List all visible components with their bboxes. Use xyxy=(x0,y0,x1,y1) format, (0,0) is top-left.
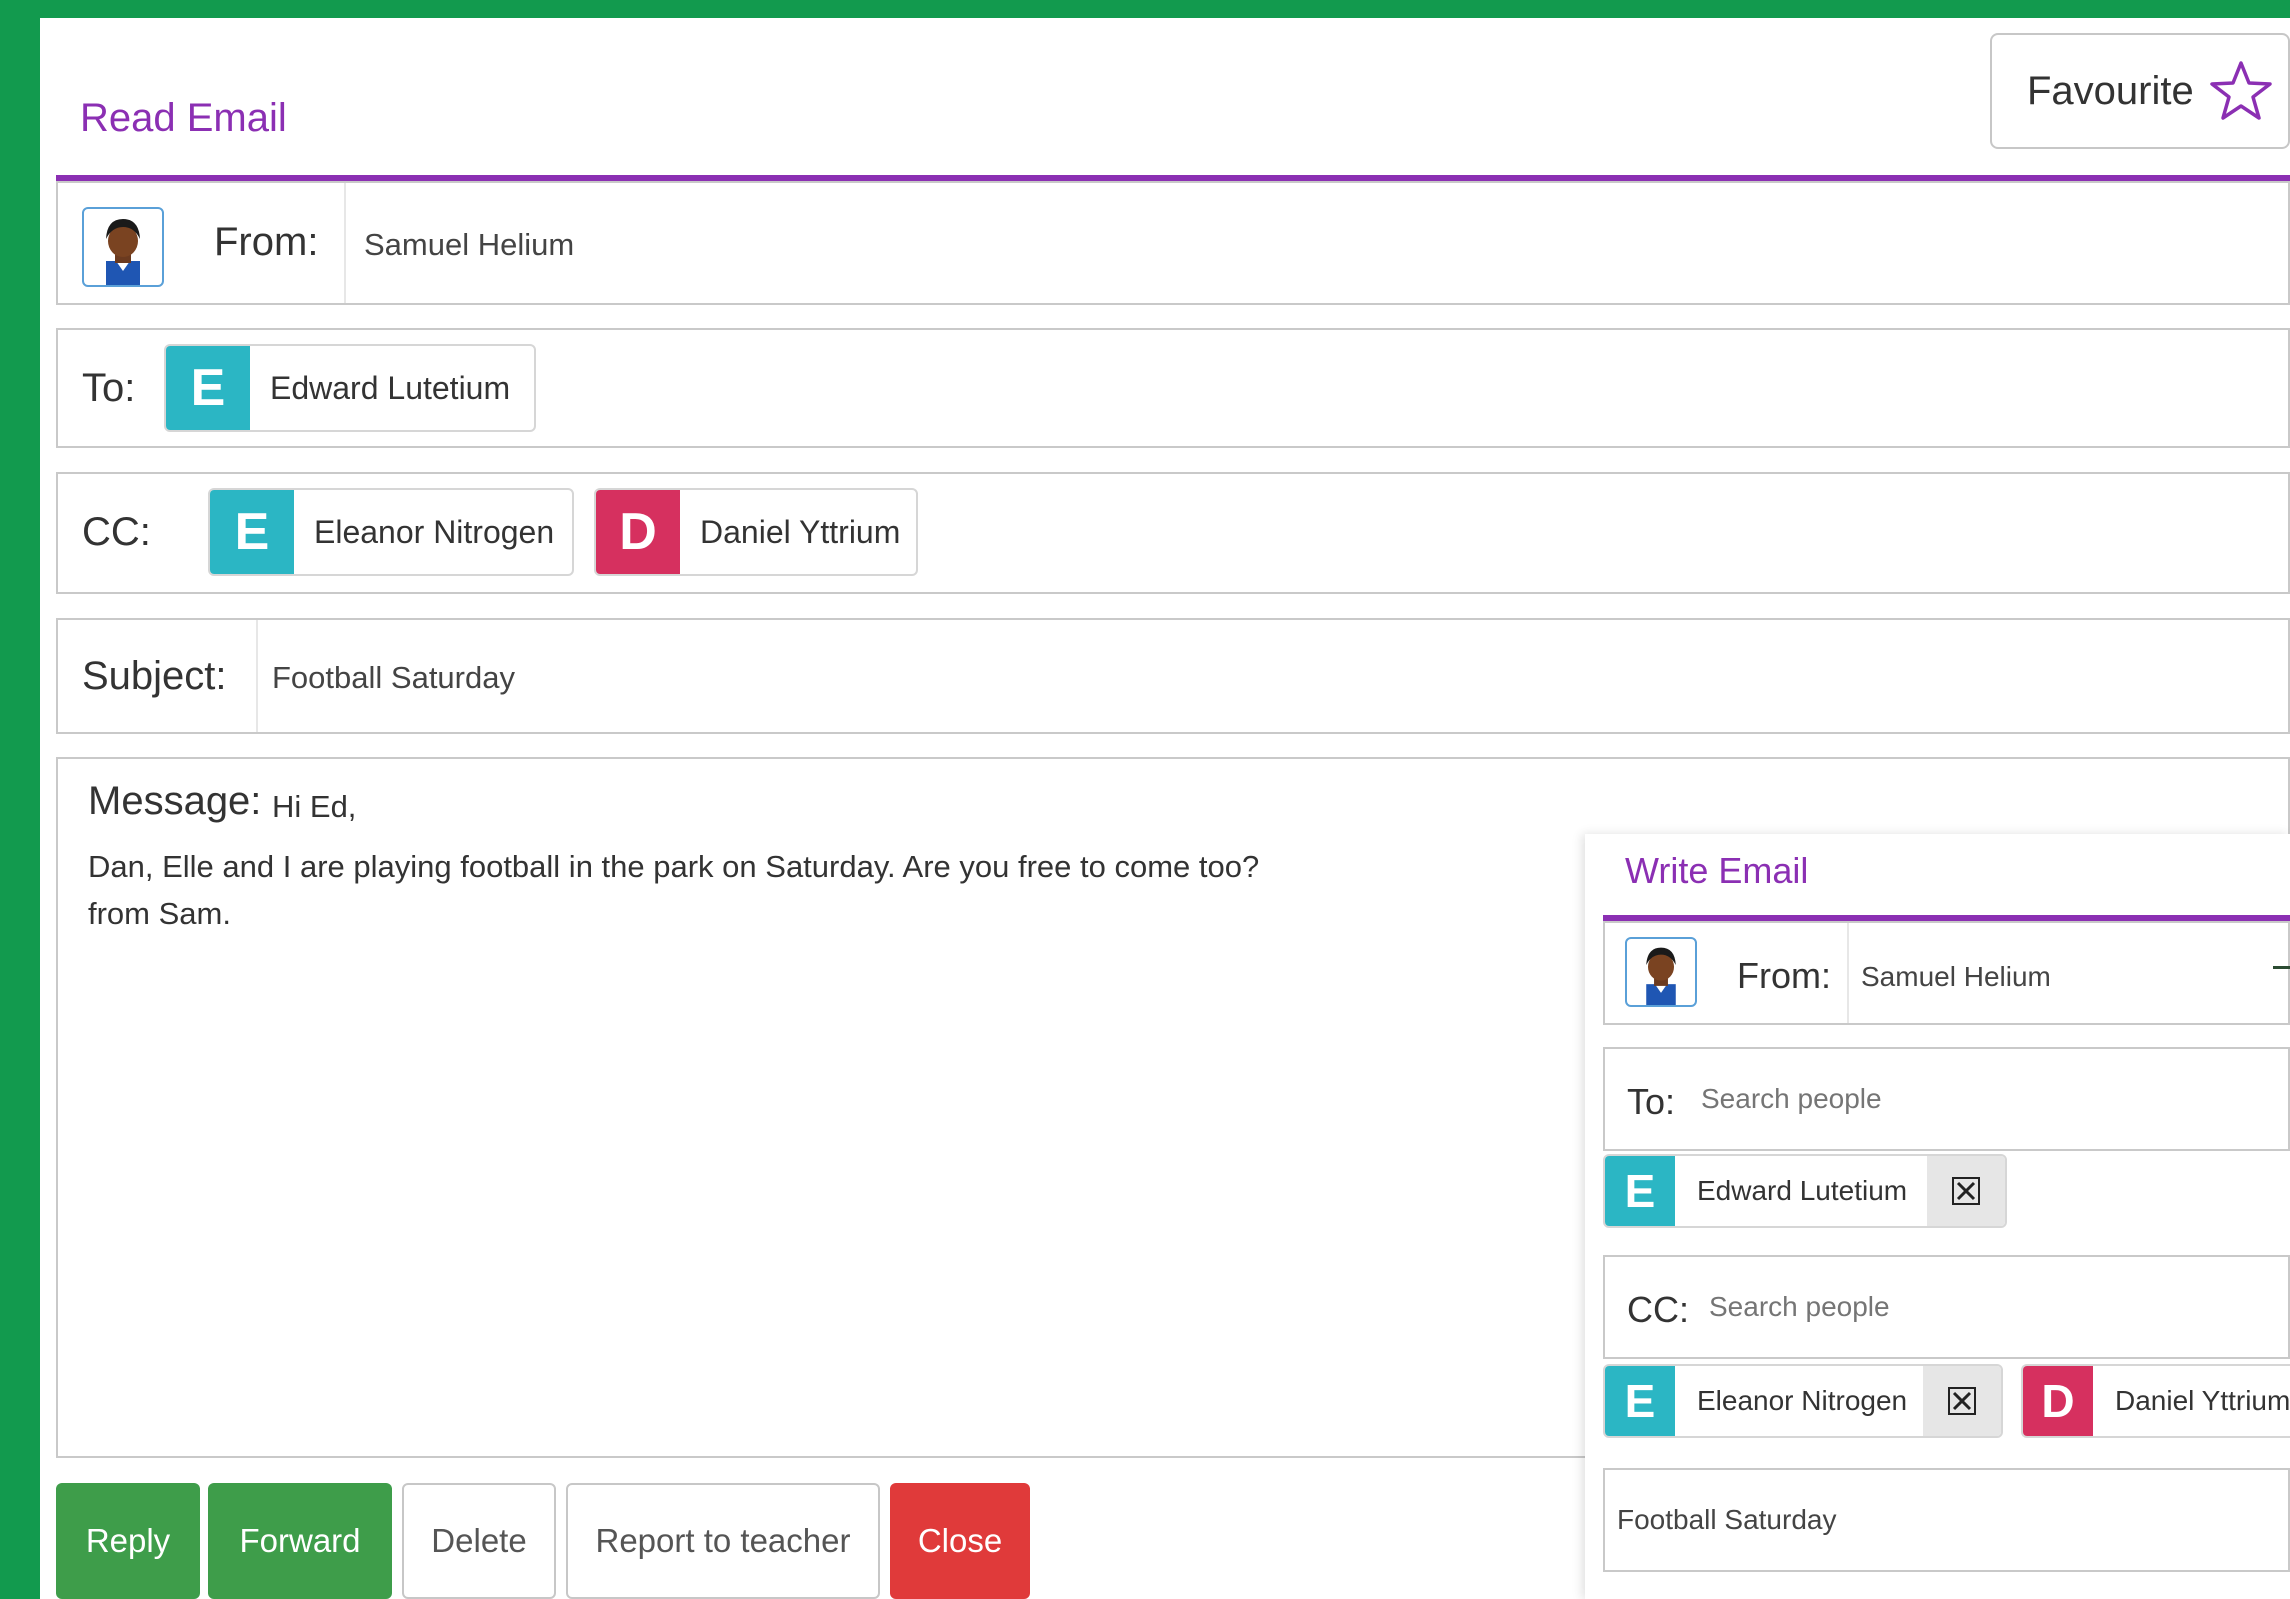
recipient-initial-avatar: D xyxy=(2023,1366,2093,1436)
recipient-name: Daniel Yttrium xyxy=(700,513,901,550)
subject-label: Subject: xyxy=(82,654,227,698)
forward-button[interactable]: Forward xyxy=(208,1483,392,1599)
student-avatar-icon xyxy=(1625,937,1697,1007)
subject-value: Football Saturday xyxy=(272,660,515,695)
delete-button[interactable]: Delete xyxy=(402,1483,556,1599)
reply-button[interactable]: Reply xyxy=(56,1483,200,1599)
close-x-icon xyxy=(1948,1387,1976,1415)
favourite-label: Favourite xyxy=(2027,68,2194,113)
message-body-line: Dan, Elle and I are playing football in … xyxy=(88,849,1260,884)
cc-recipient-chip[interactable]: D Daniel Yttrium xyxy=(594,488,918,576)
recipient-initial-avatar: E xyxy=(1605,1366,1675,1436)
subject-input[interactable] xyxy=(1617,1500,2257,1540)
remove-recipient-button[interactable] xyxy=(1923,1366,2001,1436)
report-to-teacher-button[interactable]: Report to teacher xyxy=(566,1483,880,1599)
student-avatar-icon xyxy=(82,207,164,287)
message-label: Message: xyxy=(88,779,262,823)
remove-recipient-button[interactable] xyxy=(1927,1156,2005,1226)
recipient-name: Eleanor Nitrogen xyxy=(314,513,555,550)
recipient-name: Daniel Yttrium xyxy=(2115,1385,2290,1416)
write-cc-chip: E Eleanor Nitrogen xyxy=(1603,1364,2003,1438)
recipient-initial-avatar: E xyxy=(210,490,294,574)
from-label: From: xyxy=(214,220,319,264)
recipient-name: Edward Lutetium xyxy=(270,369,511,406)
write-cc-chip: D Daniel Yttrium xyxy=(2021,1364,2290,1438)
recipient-name: Eleanor Nitrogen xyxy=(1697,1385,1908,1416)
write-from-row: From: Samuel Helium xyxy=(1603,921,2290,1025)
message-greeting: Hi Ed, xyxy=(272,789,357,824)
cc-row: CC: E Eleanor Nitrogen D Daniel Yttrium xyxy=(56,472,2290,594)
favourite-button[interactable]: Favourite xyxy=(1990,33,2290,149)
write-to-chip: E Edward Lutetium xyxy=(1603,1154,2007,1228)
write-cc-label: CC: xyxy=(1627,1289,1689,1330)
close-button[interactable]: Close xyxy=(890,1483,1030,1599)
close-x-icon xyxy=(1952,1177,1980,1205)
write-email-panel: Write Email From: Samuel Helium To: E Ed… xyxy=(1585,834,2290,1599)
write-subject-row xyxy=(1603,1468,2290,1572)
subject-divider xyxy=(256,620,258,732)
subject-row: Subject: Football Saturday xyxy=(56,618,2290,734)
star-outline-icon xyxy=(2210,61,2272,120)
to-recipient-chip[interactable]: E Edward Lutetium xyxy=(164,344,536,432)
recipient-initial-avatar: D xyxy=(596,490,680,574)
recipient-name: Edward Lutetium xyxy=(1697,1175,1908,1206)
cc-recipient-chip[interactable]: E Eleanor Nitrogen xyxy=(208,488,574,576)
write-to-label: To: xyxy=(1627,1081,1676,1122)
write-email-title: Write Email xyxy=(1625,850,1809,891)
write-to-row: To: xyxy=(1603,1047,2290,1151)
cc-search-input[interactable] xyxy=(1709,1287,2269,1327)
from-row: From: Samuel Helium xyxy=(56,181,2290,305)
cc-label: CC: xyxy=(82,510,151,554)
to-label: To: xyxy=(82,366,136,410)
write-from-divider xyxy=(1847,923,1849,1023)
recipient-initial-avatar: E xyxy=(1605,1156,1675,1226)
panel-edge-mark xyxy=(2273,966,2290,969)
from-divider xyxy=(344,183,346,303)
from-name: Samuel Helium xyxy=(364,227,575,262)
recipient-initial-avatar: E xyxy=(166,346,250,430)
write-cc-row: CC: xyxy=(1603,1255,2290,1359)
write-from-name: Samuel Helium xyxy=(1861,961,2051,992)
read-email-title: Read Email xyxy=(80,96,287,140)
write-from-label: From: xyxy=(1737,955,1831,996)
to-row: To: E Edward Lutetium xyxy=(56,328,2290,448)
message-body-line: from Sam. xyxy=(88,896,231,931)
to-search-input[interactable] xyxy=(1701,1079,2261,1119)
